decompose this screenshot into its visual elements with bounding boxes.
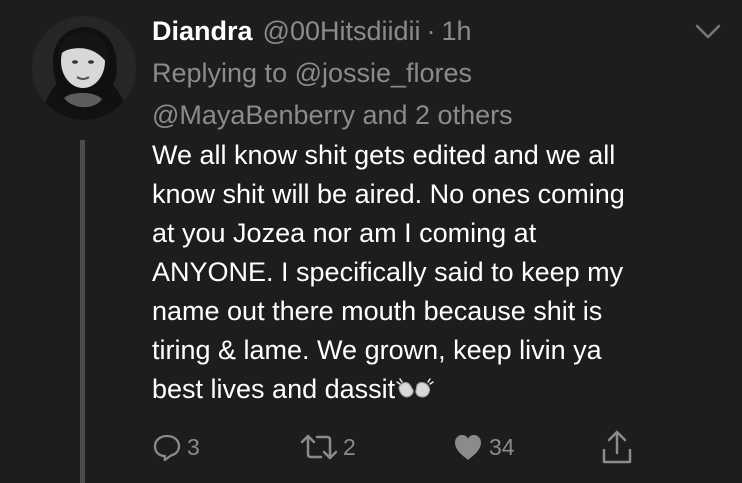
reply-to-line-2[interactable]: @MayaBenberry and 2 others bbox=[152, 94, 697, 136]
reply-to-line-1[interactable]: Replying to @jossie_flores bbox=[152, 52, 697, 94]
chevron-down-icon[interactable] bbox=[694, 21, 722, 41]
avatar-image bbox=[32, 16, 136, 120]
like-count: 34 bbox=[489, 433, 515, 460]
retweet-count: 2 bbox=[343, 433, 356, 460]
waving-hands-emoji bbox=[396, 378, 434, 398]
author-name[interactable]: Diandra bbox=[152, 16, 253, 47]
author-handle[interactable]: @00Hitsdiidii bbox=[263, 16, 421, 47]
tweet-card[interactable]: Diandra @00Hitsdiidii · 1h Replying to @… bbox=[0, 0, 742, 483]
like-button[interactable]: 34 bbox=[452, 426, 515, 468]
tweet-time[interactable]: 1h bbox=[442, 16, 472, 47]
time-separator: · bbox=[426, 15, 436, 46]
heart-icon bbox=[455, 435, 481, 460]
tweet-content: Diandra @00Hitsdiidii · 1h Replying to @… bbox=[152, 10, 697, 409]
share-button[interactable] bbox=[600, 426, 634, 468]
retweet-button[interactable]: 2 bbox=[300, 426, 356, 468]
reply-icon bbox=[153, 434, 181, 462]
tweet-body-text: We all know shit gets edited and we all … bbox=[152, 140, 625, 404]
reply-button[interactable]: 3 bbox=[152, 426, 200, 468]
tweet-header: Diandra @00Hitsdiidii · 1h bbox=[152, 10, 697, 52]
tweet-actions: 3 2 34 bbox=[152, 426, 652, 468]
thread-line bbox=[80, 140, 85, 483]
tweet-text: We all know shit gets edited and we all … bbox=[152, 136, 697, 409]
reply-count: 3 bbox=[187, 433, 200, 460]
share-icon bbox=[602, 430, 632, 464]
avatar[interactable] bbox=[32, 16, 136, 120]
retweet-icon bbox=[300, 434, 338, 460]
